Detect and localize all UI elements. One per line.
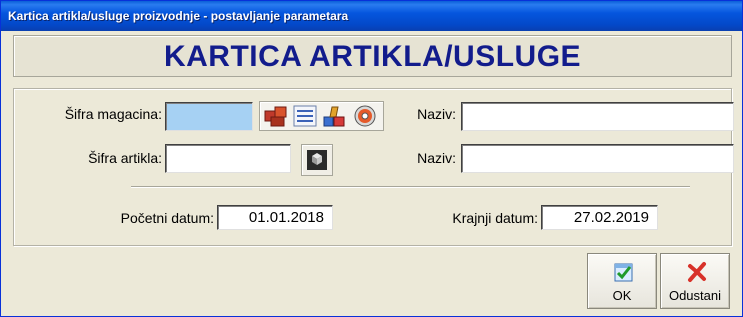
dialog-window: Kartica artikla/usluge proizvodnje - pos…: [0, 0, 743, 317]
naziv-label-1: Naziv:: [417, 106, 456, 122]
window-title: Kartica artikla/usluge proizvodnje - pos…: [8, 9, 349, 23]
krajnji-datum-input[interactable]: 27.02.2019: [541, 205, 658, 230]
products-icon[interactable]: [323, 106, 344, 127]
pocetni-datum-label: Početni datum:: [120, 210, 214, 226]
naziv-label-2: Naziv:: [417, 150, 456, 166]
page-title: KARTICA ARTIKLA/USLUGE: [163, 40, 582, 73]
cancel-button-label: Odustani: [668, 288, 722, 303]
parameters-panel: Šifra magacina: Naziv: Šifra artikla: Na…: [13, 88, 734, 246]
pocetni-datum-input[interactable]: 01.01.2018: [217, 205, 333, 230]
checkmark-icon: [614, 263, 633, 282]
red-x-icon: [688, 262, 706, 282]
ok-button[interactable]: OK: [587, 253, 657, 309]
warehouse-lookup-icons: [264, 105, 375, 127]
disc-icon[interactable]: [354, 105, 375, 127]
heading-banner: KARTICA ARTIKLA/USLUGE: [13, 35, 732, 77]
sifra-magacina-input[interactable]: [165, 102, 253, 131]
dialog-client-area: KARTICA ARTIKLA/USLUGE Šifra magacina: N…: [4, 31, 739, 313]
cancel-button[interactable]: Odustani: [660, 253, 730, 309]
naziv-input-1[interactable]: [461, 102, 734, 131]
warehouse-lookup-toolbar: [259, 101, 384, 131]
article-lookup-button[interactable]: [301, 144, 333, 176]
ok-button-label: OK: [612, 288, 632, 303]
sifra-magacina-label: Šifra magacina:: [64, 106, 162, 122]
title-bar[interactable]: Kartica artikla/usluge proizvodnje - pos…: [1, 1, 742, 31]
separator: [131, 186, 690, 188]
sifra-artikla-input[interactable]: [165, 144, 291, 173]
sifra-artikla-label: Šifra artikla:: [88, 150, 162, 166]
boxes-red-icon[interactable]: [264, 106, 286, 127]
cubes-icon: [307, 150, 327, 170]
document-list-icon[interactable]: [293, 105, 316, 127]
naziv-input-2[interactable]: [461, 144, 734, 173]
krajnji-datum-label: Krajnji datum:: [452, 210, 538, 226]
